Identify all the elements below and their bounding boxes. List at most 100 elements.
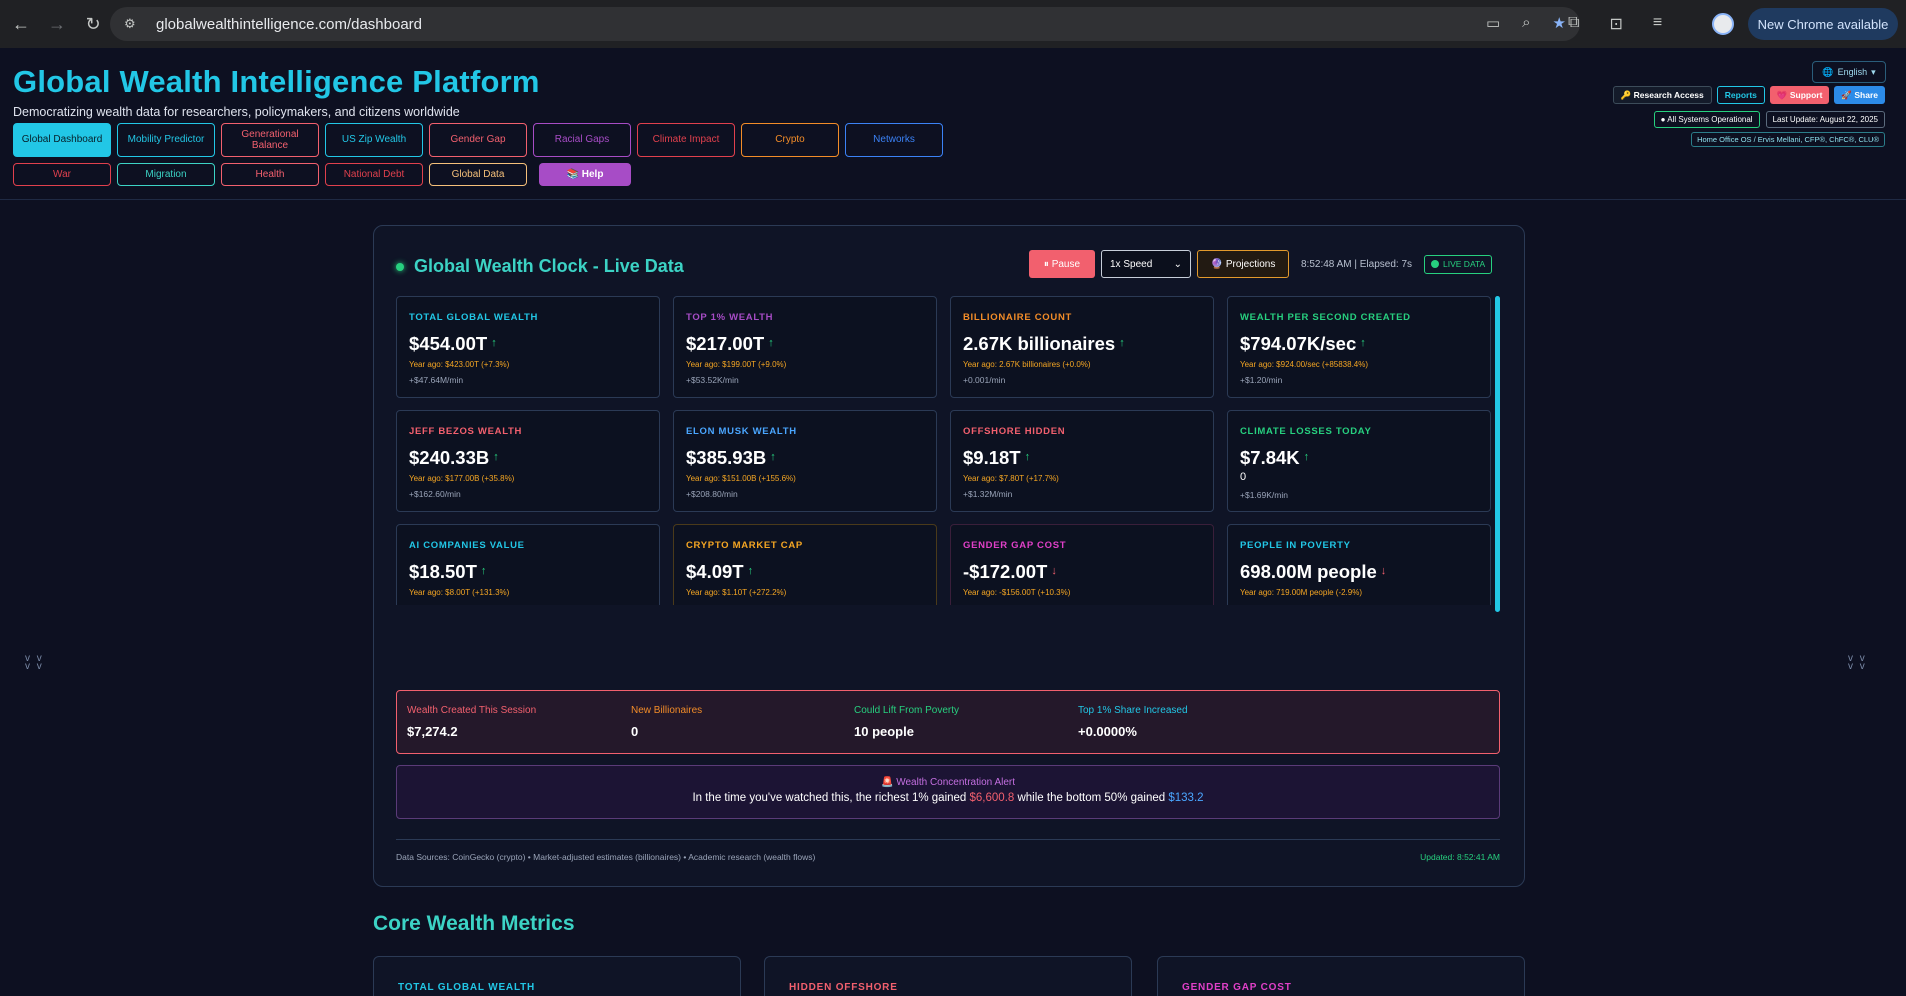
nav-national-debt[interactable]: National Debt xyxy=(325,163,423,186)
speed-select[interactable]: 1x Speed ⌄ xyxy=(1101,250,1191,278)
nav-row-primary: Global Dashboard Mobility Predictor Genera… xyxy=(13,123,943,157)
metric-year-ago: Year ago: $199.00T (+9.0%) xyxy=(686,360,787,369)
page-title: Global Wealth Intelligence Platform xyxy=(13,64,540,99)
metric-rate: +$1.20/min xyxy=(1240,375,1283,385)
arrow-up-icon: ↑ xyxy=(1360,337,1366,349)
tab-search-icon[interactable]: ⊡ xyxy=(1609,14,1622,34)
metric-label: AI COMPANIES VALUE xyxy=(409,540,525,551)
metric-rate: +$208.80/min xyxy=(686,489,738,499)
metric-card[interactable]: ELON MUSK WEALTH $385.93B ↑ Year ago: $151.… xyxy=(673,410,937,512)
session-stat-label: Wealth Created This Session xyxy=(407,705,537,716)
site-info-icon[interactable]: ⚙ xyxy=(124,16,144,32)
metric-card[interactable]: GENDER GAP COST -$172.00T ↓ Year ago: -$156… xyxy=(950,524,1214,605)
metric-value: $240.33B ↑ xyxy=(409,447,499,469)
alert-poor-gain: $133.2 xyxy=(1168,792,1204,804)
core-metric-card[interactable]: TOTAL GLOBAL WEALTH xyxy=(373,956,741,996)
arrow-up-icon: ↑ xyxy=(770,451,776,463)
credit-badge[interactable]: Home Office OS / Ervis Mellani, CFP®, Ch… xyxy=(1691,132,1885,147)
help-button[interactable]: 📚 Help xyxy=(539,163,631,186)
metric-card[interactable]: AI COMPANIES VALUE $18.50T ↑ Year ago: $8.0… xyxy=(396,524,660,605)
metric-card[interactable]: WEALTH PER SECOND CREATED $794.07K/sec ↑ Ye… xyxy=(1227,296,1491,398)
metric-card[interactable]: OFFSHORE HIDDEN $9.18T ↑ Year ago: $7.80T (… xyxy=(950,410,1214,512)
projections-button[interactable]: 🔮 Projections xyxy=(1197,250,1289,278)
cast-icon[interactable]: ▭ xyxy=(1486,14,1500,32)
nav-climate-impact[interactable]: Climate Impact xyxy=(637,123,735,157)
media-icon[interactable]: ≡ xyxy=(1653,14,1662,34)
speed-value: 1x Speed xyxy=(1110,258,1153,270)
new-chrome-button[interactable]: New Chrome available xyxy=(1748,8,1898,40)
alert-body: In the time you've watched this, the ric… xyxy=(397,792,1499,804)
arrow-up-icon: ↑ xyxy=(491,337,497,349)
metric-label: GENDER GAP COST xyxy=(963,540,1067,551)
arrow-up-icon: ↑ xyxy=(480,565,487,577)
language-select[interactable]: 🌐 English ▾ xyxy=(1812,61,1886,83)
back-icon[interactable]: ← xyxy=(6,9,36,39)
data-sources-text: Data Sources: CoinGecko (crypto) • Marke… xyxy=(396,852,816,862)
reports-button[interactable]: Reports xyxy=(1716,86,1765,104)
nav-crypto[interactable]: Crypto xyxy=(741,123,839,157)
metric-year-ago: Year ago: 719.00M people (-2.9%) xyxy=(1240,588,1363,597)
pause-button[interactable]: ⏸ Pause xyxy=(1029,250,1095,278)
nav-health[interactable]: Health xyxy=(221,163,319,186)
nav-global-dashboard[interactable]: Global Dashboard xyxy=(13,123,111,157)
metric-card[interactable]: TOTAL GLOBAL WEALTH $454.00T ↑ Year ago: $4… xyxy=(396,296,660,398)
metric-value: $794.07K/sec ↑ xyxy=(1240,333,1366,355)
metric-year-ago: Year ago: $7.80T (+17.7%) xyxy=(963,474,1059,483)
session-stat: Wealth Created This Session $7,274.2 xyxy=(407,705,536,739)
metric-value-text: $454.00T xyxy=(409,333,488,354)
metric-value-text: -$172.00T xyxy=(963,561,1048,582)
system-status-badge: ● All Systems Operational xyxy=(1653,111,1760,128)
globe-icon: 🌐 xyxy=(1822,66,1834,77)
metric-extra: 0 xyxy=(1240,471,1247,483)
right-scroll-icon[interactable]: v vv v xyxy=(1848,654,1867,672)
metric-grid[interactable]: TOTAL GLOBAL WEALTH $454.00T ↑ Year ago: $4… xyxy=(396,296,1493,605)
reload-icon[interactable]: ↻ xyxy=(78,9,108,39)
nav-racial-gaps[interactable]: Racial Gaps xyxy=(533,123,631,157)
nav-us-zip-wealth[interactable]: US Zip Wealth xyxy=(325,123,423,157)
metric-year-ago: Year ago: $423.00T (+7.3%) xyxy=(409,360,510,369)
address-bar[interactable]: ⚙ globalwealthintelligence.com/dashboard… xyxy=(110,7,1580,41)
metric-rate: +$1.32M/min xyxy=(963,489,1013,499)
url-text[interactable]: globalwealthintelligence.com/dashboard xyxy=(156,16,422,33)
metric-value-text: $385.93B xyxy=(686,447,767,468)
live-indicator-icon xyxy=(396,262,404,271)
metric-card[interactable]: CLIMATE LOSSES TODAY $7.84K ↑ 0 +$1.69K/min xyxy=(1227,410,1491,512)
metric-card[interactable]: TOP 1% WEALTH $217.00T ↑ Year ago: $199.00T… xyxy=(673,296,937,398)
profile-avatar[interactable] xyxy=(1712,13,1734,35)
nav-migration[interactable]: Migration xyxy=(117,163,215,186)
extensions-icon[interactable]: ⧉ xyxy=(1568,14,1579,34)
nav-global-data[interactable]: Global Data xyxy=(429,163,527,186)
updated-time: Updated: 8:52:41 AM xyxy=(1420,852,1500,862)
left-scroll-icon[interactable]: v vv v xyxy=(25,654,44,672)
metric-label: TOTAL GLOBAL WEALTH xyxy=(409,312,539,323)
bookmark-star-icon[interactable]: ★ xyxy=(1553,14,1566,32)
share-button[interactable]: 🚀 Share xyxy=(1834,86,1885,104)
chevron-down-icon: ⌄ xyxy=(1173,258,1182,270)
alert-rich-gain: $6,600.8 xyxy=(969,792,1015,804)
metric-card[interactable]: PEOPLE IN POVERTY 698.00M people ↓ Year ago… xyxy=(1227,524,1491,605)
metric-year-ago: Year ago: $151.00B (+155.6%) xyxy=(686,474,796,483)
metric-card[interactable]: BILLIONAIRE COUNT 2.67K billionaires ↑ Year… xyxy=(950,296,1214,398)
metric-label: WEALTH PER SECOND CREATED xyxy=(1240,312,1411,323)
core-metric-card[interactable]: HIDDEN OFFSHORE xyxy=(764,956,1132,996)
metric-value: $7.84K ↑ xyxy=(1240,447,1309,469)
nav-war[interactable]: War xyxy=(13,163,111,186)
metric-grid-scrollbar[interactable] xyxy=(1495,296,1500,612)
metric-card[interactable]: JEFF BEZOS WEALTH $240.33B ↑ Year ago: $177… xyxy=(396,410,660,512)
nav-generational-balance[interactable]: Generational Balance xyxy=(221,123,319,157)
nav-networks[interactable]: Networks xyxy=(845,123,943,157)
metric-value: -$172.00T ↓ xyxy=(963,561,1057,583)
session-stat: New Billionaires 0 xyxy=(631,705,702,739)
nav-gender-gap[interactable]: Gender Gap xyxy=(429,123,527,157)
metric-card[interactable]: CRYPTO MARKET CAP $4.09T ↑ Year ago: $1.10T… xyxy=(673,524,937,605)
last-update-badge: Last Update: August 22, 2025 xyxy=(1765,111,1885,128)
research-access-button[interactable]: 🔑 Research Access xyxy=(1612,86,1712,104)
alert-text-pre: In the time you've watched this, the ric… xyxy=(692,792,970,804)
core-metric-card[interactable]: GENDER GAP COST xyxy=(1157,956,1525,996)
forward-icon[interactable]: → xyxy=(42,9,72,39)
zoom-icon[interactable]: ⌕ xyxy=(1522,14,1530,32)
nav-mobility-predictor[interactable]: Mobility Predictor xyxy=(117,123,215,157)
support-button[interactable]: 💗 Support xyxy=(1769,86,1830,104)
page-subtitle: Democratizing wealth data for researcher… xyxy=(13,105,460,119)
alert-title: 🚨 Wealth Concentration Alert xyxy=(881,777,1015,788)
